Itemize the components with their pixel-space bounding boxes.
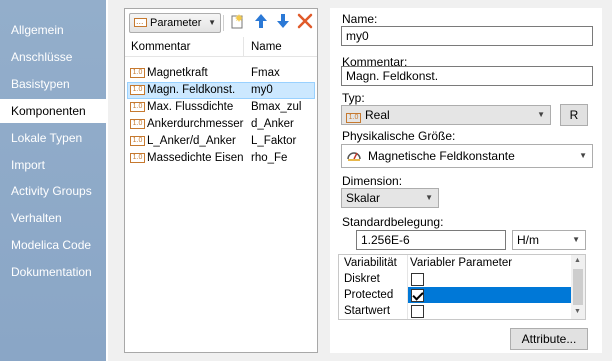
variability-grid: Variabilität Variabler Parameter Diskret… [338,254,586,320]
list-item-kommentar: Magnetkraft [147,67,208,79]
real-type-icon: 1.0 [130,85,145,95]
grid-header-variabler-parameter: Variabler Parameter [410,257,513,269]
new-item-icon[interactable] [227,13,247,33]
chevron-down-icon: ▼ [572,235,580,244]
list-item[interactable]: 1.0 Massedichte Eisen rho_Fe [125,150,317,167]
list-toolbar: Parameter ▼ [125,9,317,35]
sidebar-item-komponenten[interactable]: Komponenten [0,99,108,123]
gauge-icon [346,147,362,170]
sidebar-item-lokale-typen[interactable]: Lokale Typen [0,126,106,150]
list-item-kommentar: L_Anker/d_Anker [147,135,236,147]
component-kind-label: Parameter [150,17,202,29]
physik-dropdown[interactable]: Magnetische Feldkonstante ▼ [341,144,593,168]
chevron-down-icon: ▼ [208,18,216,27]
typ-value: Real [365,108,390,122]
grid-row-label: Protected [344,289,394,301]
dimension-dropdown[interactable]: Skalar ▼ [341,188,439,208]
name-input[interactable]: my0 [341,26,593,46]
component-kind-dropdown[interactable]: Parameter ▼ [129,12,221,33]
name-label: Name: [342,12,378,26]
variabler-parameter-checkbox[interactable] [411,273,424,286]
list-item[interactable]: 1.0 Ankerdurchmesser d_Anker [125,116,317,133]
delete-icon[interactable] [295,13,315,33]
list-item-kommentar: Massedichte Eisen [147,152,244,164]
toolbar-separator [223,15,224,31]
real-type-icon: 1.0 [130,136,145,146]
grid-header-variabilitaet: Variabilität [344,257,397,269]
unit-dropdown[interactable]: H/m ▼ [512,230,586,250]
unit-value: H/m [517,233,539,247]
list-item-kommentar: Max. Flussdichte [147,101,234,113]
typ-dropdown[interactable]: 1.0 Real ▼ [341,105,551,125]
sidebar-item-modelica-code[interactable]: Modelica Code [0,233,106,257]
chevron-down-icon: ▼ [425,193,433,202]
real-type-icon: 1.0 [130,68,145,78]
standard-label: Standardbelegung: [342,215,444,229]
variabler-parameter-checkbox[interactable] [411,305,424,318]
parameter-list-panel: Parameter ▼ Kommentar Name 1.0 Magnetkra… [124,8,318,353]
list-item-name: d_Anker [251,118,294,130]
real-type-icon: 1.0 [130,119,145,129]
physik-label: Physikalische Größe: [342,129,456,143]
sidebar-item-basistypen[interactable]: Basistypen [0,72,106,96]
variabler-parameter-checkbox[interactable] [411,289,424,302]
grid-row-label: Diskret [344,273,380,285]
list-item-name: Fmax [251,67,280,79]
move-down-icon[interactable] [273,13,293,33]
grid-row-selected[interactable]: Protected [339,287,573,303]
sidebar-item-verhalten[interactable]: Verhalten [0,206,106,230]
sidebar-item-import[interactable]: Import [0,153,106,177]
grid-header: Variabilität Variabler Parameter [339,255,573,271]
list-item-kommentar: Magn. Feldkonst. [147,84,236,96]
list-item-name: Bmax_zul [251,101,302,113]
dimension-label: Dimension: [342,174,403,188]
scroll-up-icon[interactable]: ▲ [574,257,581,264]
scroll-thumb[interactable] [573,269,583,305]
list-item-kommentar: Ankerdurchmesser [147,118,244,130]
column-divider[interactable] [243,37,244,57]
kommentar-input[interactable]: Magn. Feldkonst. [341,66,593,86]
list-item[interactable]: 1.0 Magnetkraft Fmax [125,65,317,82]
sidebar-item-anschluesse[interactable]: Anschlüsse [0,45,106,69]
parameter-icon [134,12,147,30]
real-type-icon: 1.0 [346,113,361,123]
list-item-name: rho_Fe [251,152,288,164]
list-item-name: L_Faktor [251,135,297,147]
physik-value: Magnetische Feldkonstante [368,149,515,163]
grid-scrollbar[interactable]: ▲ ▼ [571,255,585,319]
grid-row[interactable]: Startwert [339,303,573,319]
real-type-icon: 1.0 [130,153,145,163]
sidebar: Allgemein Anschlüsse Basistypen Komponen… [0,0,108,361]
grid-row-label: Startwert [344,305,391,317]
chevron-down-icon: ▼ [537,110,545,119]
grid-row[interactable]: Diskret [339,271,573,287]
standard-input[interactable]: 1.256E-6 [356,230,506,250]
typ-label: Typ: [342,91,365,105]
column-header-kommentar[interactable]: Kommentar [131,41,190,53]
column-header-name[interactable]: Name [251,41,282,53]
record-button[interactable]: R [560,104,588,126]
attribute-button[interactable]: Attribute... [510,328,588,350]
dimension-value: Skalar [346,191,381,205]
real-type-icon: 1.0 [130,102,145,112]
list-item[interactable]: 1.0 Max. Flussdichte Bmax_zul [125,99,317,116]
sidebar-item-dokumentation[interactable]: Dokumentation [0,260,106,284]
grid-row-highlight [408,287,573,303]
list-header: Kommentar Name [125,37,317,57]
sidebar-item-allgemein[interactable]: Allgemein [0,18,106,42]
list-item-selected[interactable]: 1.0 Magn. Feldkonst. my0 [125,82,317,99]
sidebar-item-activity-groups[interactable]: Activity Groups [0,179,106,203]
list-item[interactable]: 1.0 L_Anker/d_Anker L_Faktor [125,133,317,150]
move-up-icon[interactable] [251,13,271,33]
scroll-down-icon[interactable]: ▼ [574,308,581,315]
list-item-name: my0 [251,84,273,96]
chevron-down-icon: ▼ [579,151,587,160]
